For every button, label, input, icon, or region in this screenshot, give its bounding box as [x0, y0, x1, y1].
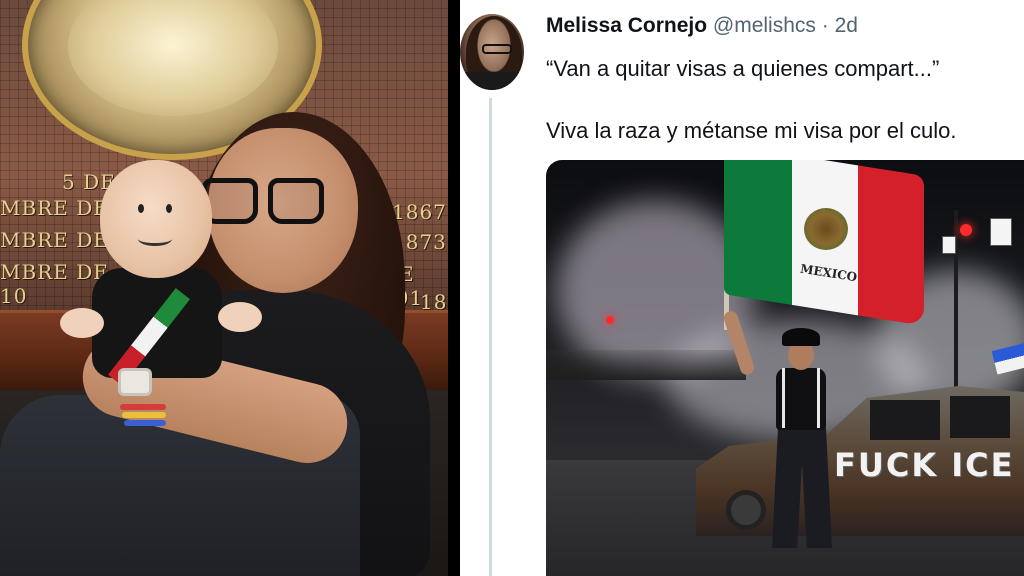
doll-hand [60, 308, 104, 338]
plush-doll-head [100, 160, 212, 278]
car-window [870, 400, 940, 440]
display-name[interactable]: Melissa Cornejo [546, 14, 707, 37]
street-sign [990, 218, 1012, 246]
man-suspenders [782, 368, 820, 428]
timestamp[interactable]: 2d [835, 14, 858, 37]
panel-divider [448, 0, 460, 576]
graffiti-text: FUCK ICE [834, 446, 1015, 484]
car-wheel [726, 490, 766, 530]
wall-inscription: MBRE DE [0, 260, 109, 284]
tweet-text-line: “Van a quitar visas a quienes compart...… [546, 56, 940, 81]
doll-eye [138, 204, 144, 213]
wall-inscription: 1867 [392, 200, 447, 224]
wall-inscription: 10 [0, 284, 28, 308]
tweet-header: Melissa Cornejo @melishcs · 2d [546, 14, 858, 38]
thread-line [489, 98, 492, 576]
doll-eye [166, 204, 172, 213]
seal-emblem [68, 0, 278, 116]
car-window [950, 396, 1010, 438]
user-handle[interactable]: @melishcs [713, 14, 816, 37]
left-photo: 5 DE MBRE DE MBRE DE MBRE DE 10 1867 187… [0, 0, 448, 576]
tweet-text-line: Viva la raza y métanse mi visa por el cu… [546, 118, 957, 143]
bracelet [122, 412, 166, 418]
wall-inscription: MBRE DE [0, 196, 109, 220]
street-sign [942, 236, 956, 254]
avatar[interactable] [460, 14, 524, 90]
man-hat [782, 328, 820, 346]
crowd [546, 350, 746, 380]
bracelet [124, 420, 166, 426]
traffic-light [606, 316, 614, 324]
smartwatch [118, 368, 152, 396]
tweet-media-image[interactable]: FUCK ICE MEXICO [546, 160, 1024, 576]
bracelet [120, 404, 166, 410]
separator-dot: · [821, 14, 829, 37]
tweet-card: Melissa Cornejo @melishcs · 2d “Van a qu… [460, 0, 1024, 576]
eyeglasses [202, 178, 332, 226]
wall-inscription: MBRE DE [0, 228, 109, 252]
traffic-light [960, 224, 972, 236]
doll-hand [218, 302, 262, 332]
doll-mouth [138, 232, 172, 246]
flag-emblem-icon [804, 208, 848, 250]
